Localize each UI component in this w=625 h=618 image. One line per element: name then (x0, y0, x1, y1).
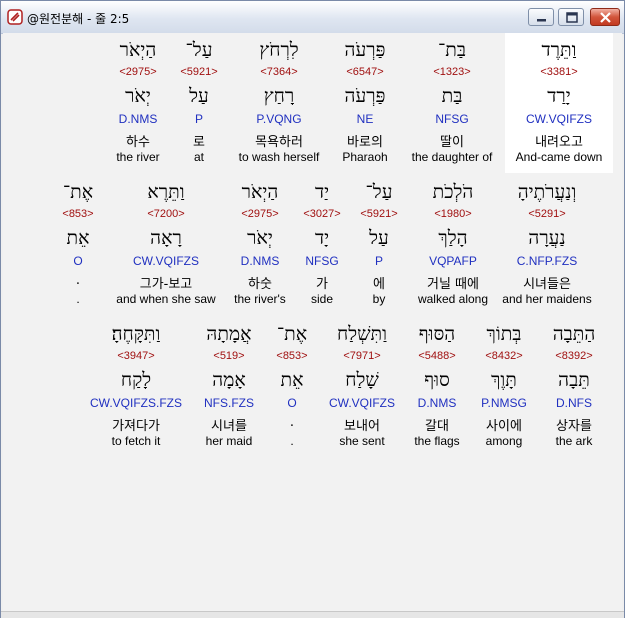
close-icon (600, 12, 611, 23)
strong-number: <3381> (540, 66, 578, 78)
english-gloss: And-came down (515, 150, 603, 164)
morphology-code: C.NFP.FZS (516, 254, 578, 268)
verse-analysis-panel[interactable]: וַתֵּרֶד <3381> יָרַד CW.VQIFZS 내려오고 And… (3, 33, 622, 611)
strong-number: <5291> (528, 208, 566, 220)
korean-gloss: 내려오고 (535, 135, 583, 150)
window-bottom-edge (1, 611, 624, 618)
hebrew-word: וְנַעֲרֹתֶיהָ (517, 181, 577, 203)
app-logo-icon (7, 9, 23, 25)
app-window: @원전분해 - 줄 2:5 וַתֵּרֶד <3381> יָרַד CW.V… (0, 0, 625, 618)
maximize-icon (566, 12, 578, 23)
hebrew-word: וַתֵּרֶד (541, 39, 577, 61)
korean-gloss: 하수 (126, 135, 150, 150)
korean-gloss: 하숫 (248, 277, 272, 292)
morphology-code: D.NMS (240, 254, 280, 268)
morphology-code: CW.VQIFZS.FZS (90, 396, 182, 410)
hebrew-root: אֵת (66, 227, 90, 249)
close-button[interactable] (590, 8, 620, 26)
title-bar[interactable]: @원전분해 - 줄 2:5 (1, 1, 624, 34)
morphology-code: D.NMS (118, 112, 158, 126)
english-gloss: the river (116, 150, 160, 164)
hebrew-word: וַתִּקָּחֶהָ׃ (111, 323, 161, 345)
english-gloss: the river's (234, 292, 286, 306)
strong-number: <853> (62, 208, 94, 220)
hebrew-root: נַעֲרָה (528, 227, 566, 249)
morphology-code: CW.VQIFZS (526, 112, 592, 126)
strong-number: <3947> (117, 350, 155, 362)
hebrew-root: לָקַח (120, 369, 152, 391)
hebrew-word: אֶת־ (62, 181, 94, 203)
korean-gloss: 시녀들은 (523, 277, 571, 292)
english-gloss: and her maidens (502, 292, 592, 306)
english-gloss: . (76, 292, 80, 306)
korean-gloss: . (75, 273, 81, 288)
english-gloss: to fetch it (111, 434, 161, 448)
hebrew-root: יְאֹר (125, 85, 151, 107)
hebrew-root: יְאֹר (247, 227, 273, 249)
hebrew-root: יָרַד (547, 85, 571, 107)
morphology-code: O (73, 254, 83, 268)
strong-number: <2975> (241, 208, 279, 220)
minimize-button[interactable] (528, 8, 554, 26)
korean-gloss: 가져다가 (112, 419, 160, 434)
strong-number: <2975> (119, 66, 157, 78)
window-title: @원전분해 - 줄 2:5 (27, 12, 130, 26)
minimize-icon (537, 19, 546, 22)
maximize-button[interactable] (558, 8, 584, 26)
hebrew-word: הַיְאֹר (241, 181, 279, 203)
hebrew-word: הַיְאֹר (119, 39, 157, 61)
